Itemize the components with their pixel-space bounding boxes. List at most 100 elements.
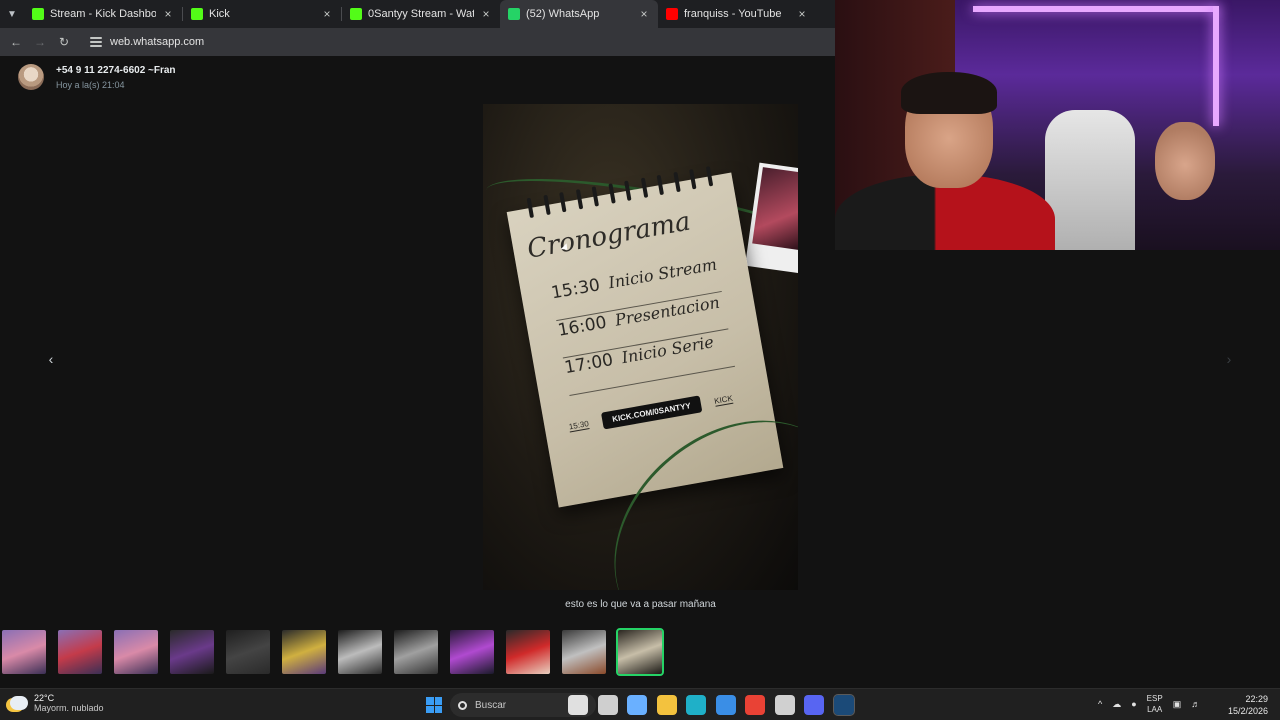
weather-widget[interactable]: 22°C Mayorm. nublado xyxy=(10,693,104,713)
media-thumbnail[interactable] xyxy=(394,630,438,674)
language-indicator[interactable]: ESP LAA xyxy=(1147,693,1163,715)
sender-time: Hoy a la(s) 21:04 xyxy=(56,79,125,90)
media-thumbnail[interactable] xyxy=(450,630,494,674)
chevron-left-icon: ‹ xyxy=(48,351,54,367)
media-thumbnail[interactable] xyxy=(114,630,158,674)
image-heading: Cronograma xyxy=(524,206,693,265)
footer-time: 15:30 xyxy=(568,418,590,432)
avatar[interactable] xyxy=(18,64,44,90)
discord-icon[interactable] xyxy=(804,695,824,715)
schedule-list: 15:30 Inicio Stream 16:00 Presentacion 17:00… xyxy=(549,254,735,396)
steam-icon[interactable] xyxy=(832,694,855,716)
weather-cloud-icon xyxy=(10,696,28,710)
media-thumbnail[interactable] xyxy=(562,630,606,674)
arrow-right-icon: → xyxy=(34,35,46,49)
guest-person xyxy=(1135,114,1245,250)
screen: ▼ Stream - Kick Dashboard×Kick×0Santyy S… xyxy=(0,0,1280,720)
reload-icon: ↻ xyxy=(58,35,70,49)
sender-name: +54 9 11 2274-6602 ~Fran xyxy=(56,64,176,76)
site-settings-icon[interactable] xyxy=(90,37,102,47)
youtube-icon xyxy=(666,8,678,20)
tab-title: Stream - Kick Dashboard xyxy=(50,8,156,20)
close-icon[interactable]: × xyxy=(796,7,808,21)
sender-info[interactable]: +54 9 11 2274-6602 ~Fran Hoy a la(s) 21:… xyxy=(18,64,176,90)
copilot-icon[interactable] xyxy=(627,695,647,715)
browser-toolbar: ← → ↻ web.whatsapp.com xyxy=(0,28,835,56)
taskbar: 22°C Mayorm. nublado Buscar ^ ☁ ● ESP LA… xyxy=(0,688,1280,720)
weather-description: Mayorm. nublado xyxy=(34,703,104,713)
tab-search-button[interactable]: ▼ xyxy=(0,0,24,28)
media-caption: esto es lo que va a pasar mañana xyxy=(565,599,716,610)
kick-icon xyxy=(191,8,203,20)
chrome-icon[interactable] xyxy=(745,695,765,715)
previous-media-button[interactable]: ‹ xyxy=(40,348,62,370)
browser-tab[interactable]: (52) WhatsApp × xyxy=(500,0,658,28)
browser-tab[interactable]: Stream - Kick Dashboard × xyxy=(24,0,182,28)
tabs: Stream - Kick Dashboard×Kick×0Santyy Str… xyxy=(24,0,816,28)
media-thumbnail[interactable] xyxy=(338,630,382,674)
footer-link: KICK.COM/0SANTYY xyxy=(600,395,702,430)
media-thumbnail[interactable] xyxy=(2,630,46,674)
close-icon[interactable]: × xyxy=(162,7,174,21)
gaming-chair xyxy=(1045,110,1135,250)
media-thumbnail[interactable] xyxy=(170,630,214,674)
address-url: web.whatsapp.com xyxy=(110,36,205,48)
file-explorer-icon[interactable] xyxy=(656,695,677,715)
close-icon[interactable]: × xyxy=(638,7,650,21)
address-bar[interactable]: web.whatsapp.com xyxy=(84,31,824,53)
media-image[interactable]: Cronograma 15:30 Inicio Stream 16:00 Presen… xyxy=(483,104,798,590)
start-button[interactable] xyxy=(426,697,442,713)
language-code: ESP xyxy=(1146,694,1163,703)
media-thumbnail[interactable] xyxy=(226,630,270,674)
tab-title: franquiss - YouTube xyxy=(684,8,782,20)
network-icon[interactable]: ▣ xyxy=(1173,699,1182,710)
clock-time: 22:29 xyxy=(1245,694,1268,704)
volume-icon[interactable]: ♬ xyxy=(1191,699,1200,709)
browser-tab[interactable]: 0Santyy Stream - Watch Live on × xyxy=(342,0,500,28)
thumbnail-strip xyxy=(0,628,1280,678)
webcam-overlay xyxy=(835,0,1280,250)
chatgpt-icon[interactable] xyxy=(568,695,588,715)
tab-title: (52) WhatsApp xyxy=(526,8,600,20)
chevron-up-icon[interactable]: ^ xyxy=(1098,699,1102,709)
keyboard-layout: LAA xyxy=(1147,705,1163,714)
media-thumbnail[interactable] xyxy=(58,630,102,674)
system-tray: ^ ☁ ● ESP LAA ▣ ♬ xyxy=(1098,693,1200,715)
whatsapp-icon xyxy=(508,8,520,20)
next-media-button[interactable]: › xyxy=(1218,348,1240,370)
schedule-time: 15:30 xyxy=(549,275,602,304)
footer-brand: KICK xyxy=(713,393,734,407)
arrow-left-icon: ← xyxy=(10,35,22,49)
reload-button[interactable]: ↻ xyxy=(54,32,74,52)
browser-tab[interactable]: Kick × xyxy=(183,0,341,28)
task-view-icon[interactable] xyxy=(597,695,618,715)
media-thumbnail[interactable] xyxy=(616,628,664,676)
close-icon[interactable]: × xyxy=(480,7,492,21)
obs-icon[interactable] xyxy=(774,695,795,715)
close-icon[interactable]: × xyxy=(321,7,333,21)
tab-title: 0Santyy Stream - Watch Live on xyxy=(368,8,474,20)
forward-button[interactable]: → xyxy=(30,32,50,52)
schedule-event: Inicio Stream xyxy=(606,254,719,293)
kick-icon xyxy=(350,8,362,20)
search-placeholder: Buscar xyxy=(475,699,507,711)
polaroid-photo xyxy=(745,162,798,274)
weather-temperature: 22°C xyxy=(34,693,55,703)
led-strip xyxy=(973,6,1218,12)
store-icon[interactable] xyxy=(715,695,736,715)
microphone-icon[interactable]: ● xyxy=(1131,699,1136,709)
kick-icon xyxy=(32,8,44,20)
search-icon xyxy=(458,700,467,710)
back-button[interactable]: ← xyxy=(6,32,26,52)
media-thumbnail[interactable] xyxy=(506,630,550,674)
clock[interactable]: 22:29 15/2/2026 xyxy=(1222,693,1268,717)
media-thumbnail[interactable] xyxy=(282,630,326,674)
browser-tab[interactable]: franquiss - YouTube × xyxy=(658,0,816,28)
chevron-down-icon: ▼ xyxy=(7,8,17,20)
image-footer: 15:30 KICK.COM/0SANTYY KICK xyxy=(567,390,734,436)
onedrive-icon[interactable]: ☁ xyxy=(1112,699,1121,710)
tab-title: Kick xyxy=(209,8,230,20)
edge-icon[interactable] xyxy=(686,695,706,715)
chevron-right-icon: › xyxy=(1226,351,1232,367)
tab-strip: ▼ Stream - Kick Dashboard×Kick×0Santyy S… xyxy=(0,0,835,28)
